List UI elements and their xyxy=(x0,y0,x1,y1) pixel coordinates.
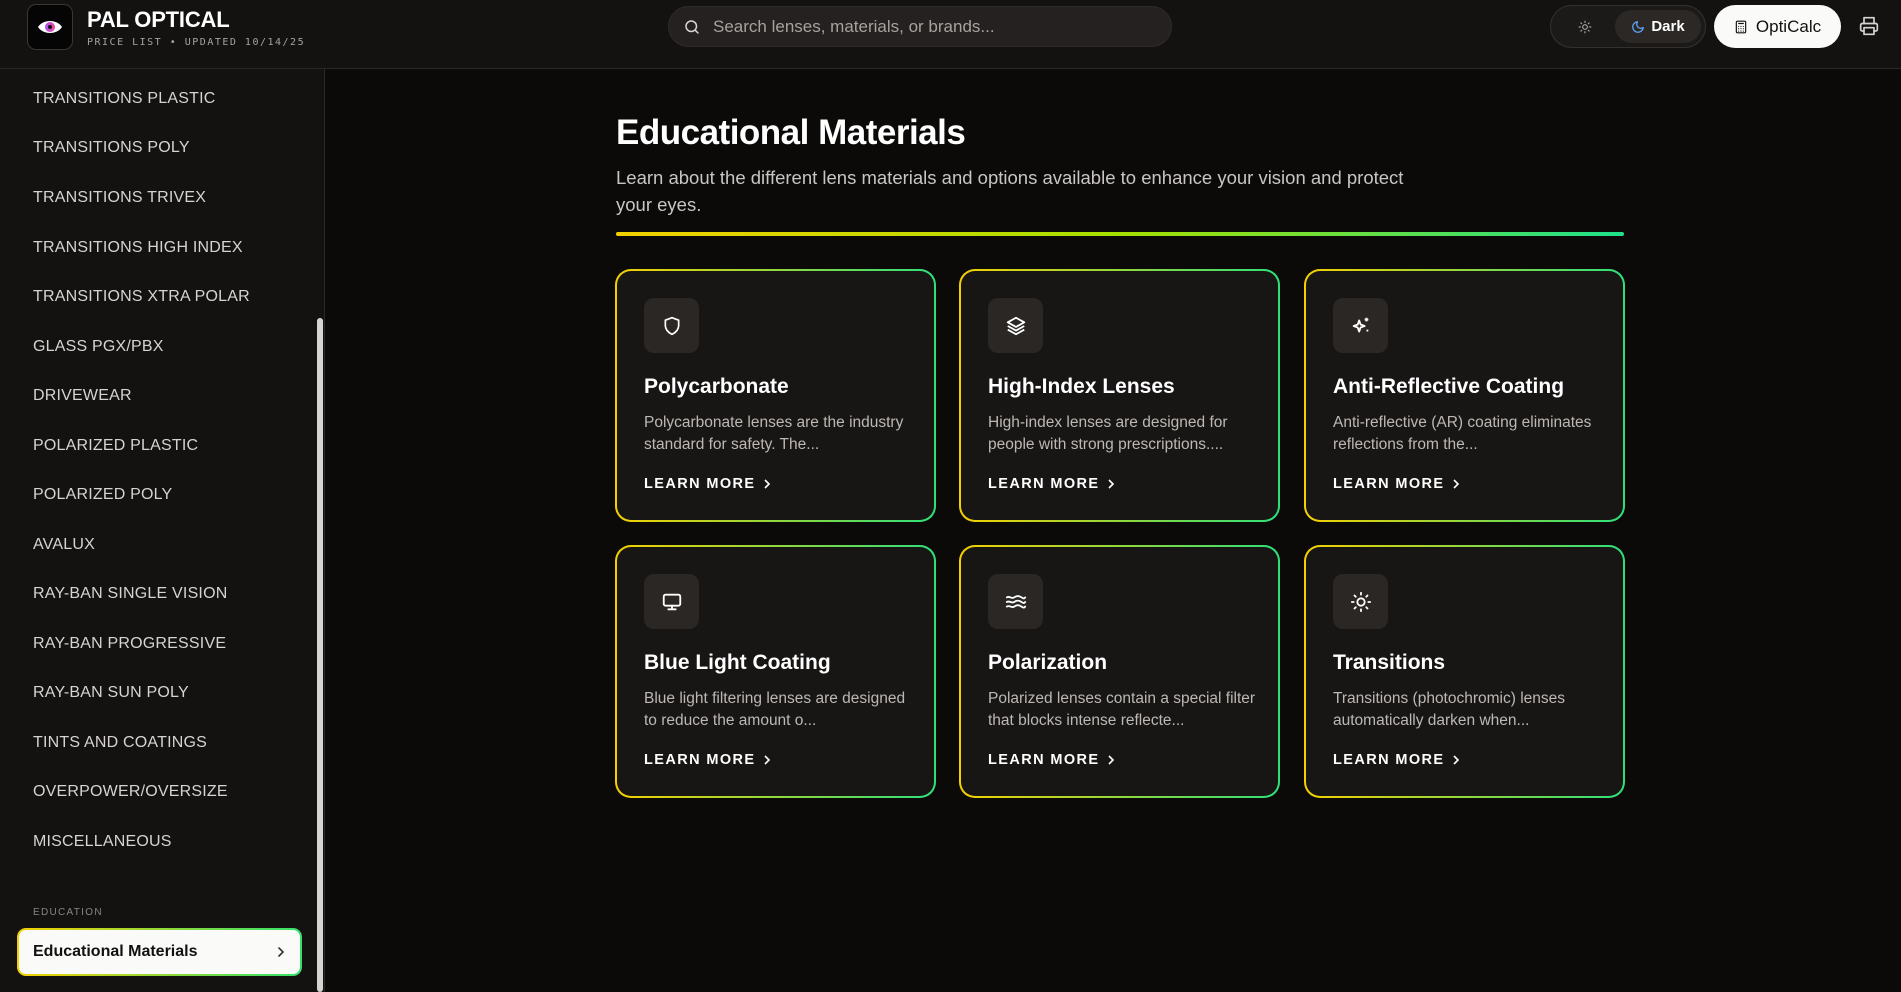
monitor-icon xyxy=(644,574,699,629)
sidebar-item-miscellaneous[interactable]: MISCELLANEOUS xyxy=(33,833,172,851)
sidebar-item-ray-ban-sun-poly[interactable]: RAY-BAN SUN POLY xyxy=(33,684,189,702)
card-title: High-Index Lenses xyxy=(988,375,1175,398)
dark-mode-button[interactable]: Dark xyxy=(1615,10,1701,43)
opticalc-button[interactable]: OptiCalc xyxy=(1714,5,1841,48)
learn-more-label: LEARN MORE xyxy=(644,476,756,492)
light-mode-button[interactable] xyxy=(1555,10,1615,43)
card-polarization[interactable]: Polarization Polarized lenses contain a … xyxy=(959,545,1280,798)
theme-toggle[interactable]: Dark xyxy=(1550,5,1706,48)
card-blue-light-coating[interactable]: Blue Light Coating Blue light filtering … xyxy=(615,545,936,798)
print-button[interactable] xyxy=(1856,12,1882,40)
sidebar-item-label: Educational Materials xyxy=(33,943,198,960)
page-title: Educational Materials xyxy=(616,113,966,152)
card-title: Transitions xyxy=(1333,651,1446,674)
logo[interactable] xyxy=(27,4,73,50)
card-text: Polycarbonate lenses are the industry st… xyxy=(644,414,904,453)
sidebar-section-label: EDUCATION xyxy=(33,907,103,918)
shield-icon xyxy=(644,298,699,353)
sidebar-item-transitions-high-index[interactable]: TRANSITIONS HIGH INDEX xyxy=(33,239,243,257)
sidebar-item-overpower-oversize[interactable]: OVERPOWER/OVERSIZE xyxy=(33,783,228,801)
card-text: Blue light filtering lenses are designed… xyxy=(644,690,906,729)
sun-icon xyxy=(1333,574,1388,629)
card-title: Polycarbonate xyxy=(644,375,789,398)
sidebar-item-transitions-plastic[interactable]: TRANSITIONS PLASTIC xyxy=(33,90,216,108)
chevron-right-icon xyxy=(1452,755,1460,765)
sidebar-item-avalux[interactable]: AVALUX xyxy=(33,536,95,554)
gradient-divider xyxy=(616,232,1624,236)
learn-more-link[interactable]: LEARN MORE xyxy=(988,476,1115,492)
top-bar: PAL OPTICAL PRICE LIST • UPDATED 10/14/2… xyxy=(0,0,1901,69)
search-bar[interactable] xyxy=(668,6,1172,47)
learn-more-label: LEARN MORE xyxy=(644,752,756,768)
learn-more-label: LEARN MORE xyxy=(1333,476,1445,492)
sidebar-item-glass-pgx-pbx[interactable]: GLASS PGX/PBX xyxy=(33,338,164,356)
learn-more-label: LEARN MORE xyxy=(988,752,1100,768)
learn-more-link[interactable]: LEARN MORE xyxy=(988,752,1115,768)
chevron-right-icon xyxy=(763,755,771,765)
sidebar-item-tints-and-coatings[interactable]: TINTS AND COATINGS xyxy=(33,734,207,752)
card-title: Blue Light Coating xyxy=(644,651,831,674)
sidebar-item-ray-ban-progressive[interactable]: RAY-BAN PROGRESSIVE xyxy=(33,635,226,653)
chevron-right-icon xyxy=(1107,479,1115,489)
card-text: Polarized lenses contain a special filte… xyxy=(988,690,1256,729)
page-description: Learn about the different lens materials… xyxy=(616,167,1404,215)
sidebar-item-transitions-xtra-polar[interactable]: TRANSITIONS XTRA POLAR xyxy=(33,288,250,306)
sidebar-scrollbar[interactable] xyxy=(317,318,323,992)
learn-more-link[interactable]: LEARN MORE xyxy=(644,476,771,492)
sidebar-item-polarized-poly[interactable]: POLARIZED POLY xyxy=(33,486,172,504)
sidebar-item-educational-materials[interactable]: Educational Materials xyxy=(17,928,302,976)
calculator-icon xyxy=(1734,19,1748,35)
sidebar-item-ray-ban-single-vision[interactable]: RAY-BAN SINGLE VISION xyxy=(33,585,227,603)
moon-icon xyxy=(1631,20,1645,34)
chevron-right-icon xyxy=(1452,479,1460,489)
chevron-right-icon xyxy=(276,946,286,958)
learn-more-link[interactable]: LEARN MORE xyxy=(1333,476,1460,492)
learn-more-label: LEARN MORE xyxy=(1333,752,1445,768)
brand-subtitle: PRICE LIST • UPDATED 10/14/25 xyxy=(87,37,306,48)
sidebar-item-drivewear[interactable]: DRIVEWEAR xyxy=(33,387,132,405)
eye-icon xyxy=(37,18,63,36)
sun-icon xyxy=(1578,20,1592,34)
layers-icon xyxy=(988,298,1043,353)
card-text: Anti-reflective (AR) coating eliminates … xyxy=(1333,414,1592,453)
card-title: Polarization xyxy=(988,651,1108,674)
card-title: Anti-Reflective Coating xyxy=(1333,375,1565,398)
card-text: High-index lenses are designed for peopl… xyxy=(988,414,1228,453)
card-anti-reflective-coating[interactable]: Anti-Reflective Coating Anti-reflective … xyxy=(1304,269,1625,522)
dark-mode-label: Dark xyxy=(1651,18,1685,35)
sidebar-item-polarized-plastic[interactable]: POLARIZED PLASTIC xyxy=(33,437,198,455)
card-transitions[interactable]: Transitions Transitions (photochromic) l… xyxy=(1304,545,1625,798)
sidebar-item-transitions-trivex[interactable]: TRANSITIONS TRIVEX xyxy=(33,189,206,207)
learn-more-label: LEARN MORE xyxy=(988,476,1100,492)
card-text: Transitions (photochromic) lenses automa… xyxy=(1333,690,1566,729)
learn-more-link[interactable]: LEARN MORE xyxy=(1333,752,1460,768)
card-high-index-lenses[interactable]: High-Index Lenses High-index lenses are … xyxy=(959,269,1280,522)
waves-icon xyxy=(988,574,1043,629)
chevron-right-icon xyxy=(763,479,771,489)
chevron-right-icon xyxy=(1107,755,1115,765)
search-input[interactable] xyxy=(713,16,1153,37)
learn-more-link[interactable]: LEARN MORE xyxy=(644,752,771,768)
card-polycarbonate[interactable]: Polycarbonate Polycarbonate lenses are t… xyxy=(615,269,936,522)
sparkles-icon xyxy=(1333,298,1388,353)
sidebar-item-transitions-poly[interactable]: TRANSITIONS POLY xyxy=(33,139,190,157)
opticalc-label: OptiCalc xyxy=(1755,16,1822,36)
sidebar: TRANSITIONS PLASTIC TRANSITIONS POLY TRA… xyxy=(0,69,325,992)
brand-name: PAL OPTICAL xyxy=(87,7,230,32)
search-icon xyxy=(683,18,701,36)
printer-icon xyxy=(1859,16,1879,36)
